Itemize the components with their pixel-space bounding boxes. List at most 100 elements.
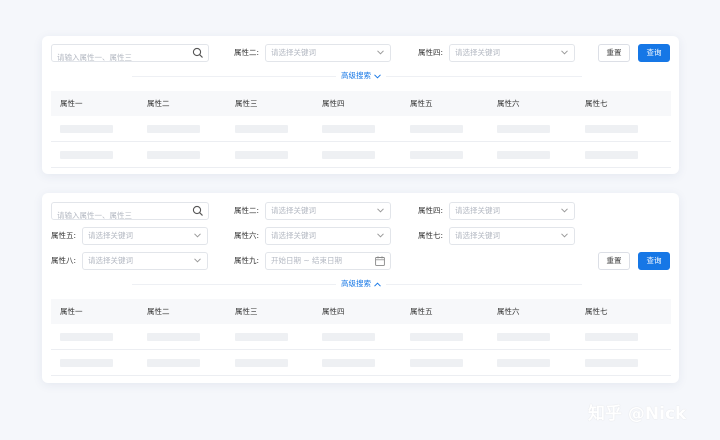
search-icon[interactable] bbox=[192, 205, 204, 217]
filter-select-attr5[interactable]: 请选择关键词 bbox=[82, 227, 208, 245]
chevron-down-icon bbox=[561, 208, 568, 213]
query-button[interactable]: 查询 bbox=[638, 44, 670, 62]
table-row bbox=[51, 116, 671, 142]
skeleton-cell bbox=[410, 359, 463, 367]
select-placeholder: 请选择关键词 bbox=[271, 206, 316, 215]
skeleton-cell bbox=[410, 333, 463, 341]
filter-select-attr7[interactable]: 请选择关键词 bbox=[449, 227, 575, 245]
filter-label-attr4: 属性四: bbox=[418, 206, 444, 215]
filter-label-attr8: 属性八: bbox=[51, 256, 77, 265]
column-header: 属性四 bbox=[322, 99, 345, 108]
reset-button[interactable]: 重置 bbox=[598, 44, 630, 62]
filter-label-attr5: 属性五: bbox=[51, 231, 77, 240]
skeleton-cell bbox=[585, 125, 638, 133]
skeleton-cell bbox=[60, 333, 113, 341]
search-icon[interactable] bbox=[192, 47, 204, 59]
search-panel-expanded: 属性二: 请选择关键词 属性四: 请选择关键词 属性五: 请选择关键词 属性六:… bbox=[42, 193, 679, 383]
table-row bbox=[51, 324, 671, 350]
column-header: 属性六 bbox=[497, 307, 520, 316]
advanced-search-toggle[interactable]: 高级搜索 bbox=[336, 71, 386, 81]
filter-select-attr2[interactable]: 请选择关键词 bbox=[265, 44, 391, 62]
skeleton-cell bbox=[60, 125, 113, 133]
skeleton-cell bbox=[322, 125, 375, 133]
skeleton-cell bbox=[497, 333, 550, 341]
filter-label-attr6: 属性六: bbox=[234, 231, 260, 240]
filter-label-attr2: 属性二: bbox=[234, 48, 260, 57]
search-panel-collapsed: 属性二: 请选择关键词 属性四: 请选择关键词 重置 查询 高级搜索 属性一 属… bbox=[42, 36, 679, 174]
filter-select-attr4[interactable]: 请选择关键词 bbox=[449, 44, 575, 62]
chevron-down-icon bbox=[374, 73, 381, 79]
skeleton-cell bbox=[235, 125, 288, 133]
advanced-search-toggle[interactable]: 高级搜索 bbox=[336, 279, 386, 289]
query-button[interactable]: 查询 bbox=[638, 252, 670, 270]
keyword-search-input[interactable] bbox=[52, 207, 187, 224]
skeleton-cell bbox=[147, 359, 200, 367]
chevron-up-icon bbox=[374, 281, 381, 287]
filter-select-attr4[interactable]: 请选择关键词 bbox=[449, 202, 575, 220]
column-header: 属性三 bbox=[235, 99, 258, 108]
skeleton-cell bbox=[147, 125, 200, 133]
skeleton-cell bbox=[410, 125, 463, 133]
skeleton-cell bbox=[322, 333, 375, 341]
column-header: 属性六 bbox=[497, 99, 520, 108]
keyword-search-input[interactable] bbox=[52, 49, 187, 66]
skeleton-cell bbox=[497, 151, 550, 159]
column-header: 属性四 bbox=[322, 307, 345, 316]
select-placeholder: 请选择关键词 bbox=[455, 231, 500, 240]
skeleton-cell bbox=[497, 125, 550, 133]
results-table: 属性一 属性二 属性三 属性四 属性五 属性六 属性七 bbox=[51, 299, 671, 376]
reset-button[interactable]: 重置 bbox=[598, 252, 630, 270]
table-row bbox=[51, 350, 671, 376]
select-placeholder: 请选择关键词 bbox=[455, 48, 500, 57]
skeleton-cell bbox=[235, 151, 288, 159]
chevron-down-icon bbox=[377, 50, 384, 55]
skeleton-cell bbox=[235, 333, 288, 341]
skeleton-cell bbox=[585, 151, 638, 159]
skeleton-cell bbox=[60, 151, 113, 159]
select-placeholder: 请选择关键词 bbox=[455, 206, 500, 215]
chevron-down-icon bbox=[561, 50, 568, 55]
skeleton-cell bbox=[497, 359, 550, 367]
date-range-picker[interactable]: 开始日期 ~ 结束日期 bbox=[265, 252, 391, 270]
column-header: 属性二 bbox=[147, 307, 170, 316]
keyword-search-input-box[interactable] bbox=[51, 202, 209, 224]
skeleton-cell bbox=[585, 333, 638, 341]
date-range-placeholder: 开始日期 ~ 结束日期 bbox=[271, 256, 343, 265]
chevron-down-icon bbox=[561, 233, 568, 238]
skeleton-cell bbox=[410, 151, 463, 159]
column-header: 属性二 bbox=[147, 99, 170, 108]
table-header: 属性一 属性二 属性三 属性四 属性五 属性六 属性七 bbox=[51, 299, 671, 324]
skeleton-cell bbox=[322, 359, 375, 367]
skeleton-cell bbox=[147, 151, 200, 159]
advanced-search-label: 高级搜索 bbox=[341, 71, 371, 80]
filter-select-attr8[interactable]: 请选择关键词 bbox=[82, 252, 208, 270]
column-header: 属性五 bbox=[410, 99, 433, 108]
select-placeholder: 请选择关键词 bbox=[88, 231, 133, 240]
filter-label-attr9: 属性九: bbox=[234, 256, 260, 265]
skeleton-cell bbox=[585, 359, 638, 367]
skeleton-cell bbox=[60, 359, 113, 367]
select-placeholder: 请选择关键词 bbox=[88, 256, 133, 265]
skeleton-cell bbox=[322, 151, 375, 159]
column-header: 属性七 bbox=[585, 307, 608, 316]
skeleton-cell bbox=[147, 333, 200, 341]
results-table: 属性一 属性二 属性三 属性四 属性五 属性六 属性七 bbox=[51, 91, 671, 168]
filter-label-attr7: 属性七: bbox=[418, 231, 444, 240]
chevron-down-icon bbox=[377, 208, 384, 213]
column-header: 属性五 bbox=[410, 307, 433, 316]
chevron-down-icon bbox=[194, 233, 201, 238]
chevron-down-icon bbox=[377, 233, 384, 238]
column-header: 属性一 bbox=[60, 99, 83, 108]
advanced-search-label: 高级搜索 bbox=[341, 279, 371, 288]
table-row bbox=[51, 142, 671, 168]
keyword-search-input-box[interactable] bbox=[51, 44, 209, 66]
table-header: 属性一 属性二 属性三 属性四 属性五 属性六 属性七 bbox=[51, 91, 671, 116]
filter-select-attr6[interactable]: 请选择关键词 bbox=[265, 227, 391, 245]
watermark: 知乎 @Nick bbox=[588, 404, 687, 424]
column-header: 属性一 bbox=[60, 307, 83, 316]
select-placeholder: 请选择关键词 bbox=[271, 48, 316, 57]
column-header: 属性三 bbox=[235, 307, 258, 316]
filter-label-attr4: 属性四: bbox=[418, 48, 444, 57]
filter-select-attr2[interactable]: 请选择关键词 bbox=[265, 202, 391, 220]
select-placeholder: 请选择关键词 bbox=[271, 231, 316, 240]
